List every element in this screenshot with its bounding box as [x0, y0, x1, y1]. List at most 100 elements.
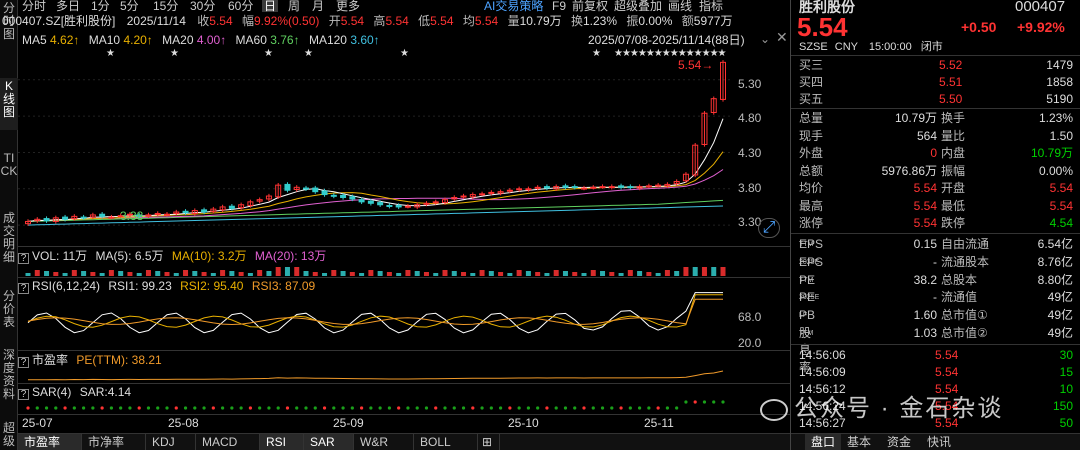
rsi-lines[interactable]	[18, 292, 790, 348]
tab-sar[interactable]: SAR	[304, 434, 354, 450]
sar-dot	[721, 400, 725, 404]
exchange: SZSE	[799, 41, 828, 53]
draw-line-button[interactable]: 画线	[668, 0, 692, 12]
low-label: 低	[418, 14, 431, 28]
fuquan-button[interactable]: 前复权	[572, 0, 608, 12]
volume-bar	[637, 271, 643, 276]
fund-row: PE TTM 38.2 总股本 8.80亿	[799, 272, 1075, 289]
stat-value: 0.00%	[1038, 163, 1073, 178]
sar-dot	[702, 400, 707, 404]
candle-body	[516, 188, 523, 191]
indicator-button[interactable]: 指标	[699, 0, 723, 12]
volume-bar	[646, 272, 652, 276]
sar-dot	[628, 406, 632, 410]
candle-body	[154, 212, 161, 215]
period-1min[interactable]: 1分	[91, 0, 110, 12]
sar-dot	[526, 406, 530, 410]
ptab-orderbook[interactable]: 盘口	[805, 434, 842, 450]
sar-dot	[443, 406, 447, 410]
period-multiday[interactable]: 多日	[56, 0, 80, 12]
period-month[interactable]: 月	[312, 0, 324, 12]
vtab-kline[interactable]: K线图	[0, 78, 18, 130]
stat-value: 10.79万	[894, 111, 937, 125]
change-label: 幅	[241, 14, 254, 28]
sar-dot	[128, 406, 132, 410]
sar-dot	[267, 406, 271, 410]
period-timeshare[interactable]: 分时	[22, 0, 46, 12]
tab-rsi[interactable]: RSI	[260, 434, 304, 450]
sar-dots[interactable]	[18, 398, 738, 412]
vtab-trade-detail[interactable]: 成交明细	[0, 210, 18, 272]
candle-body	[608, 186, 615, 189]
sar-dot	[146, 406, 151, 410]
vtab-price-table[interactable]: 分价表	[0, 288, 18, 338]
ask-row[interactable]: 买五 5.50 5190	[799, 91, 1075, 108]
tab-boll[interactable]: BOLL	[414, 434, 478, 450]
f9-button[interactable]: F9	[552, 0, 566, 12]
stat-row: 最高 5.54 最低 5.54	[799, 198, 1075, 215]
close-icon[interactable]: ✕	[776, 30, 788, 44]
volume-bar	[572, 272, 578, 276]
ma20-label: MA20	[162, 33, 194, 47]
ma5-line	[27, 118, 724, 222]
tab-pe[interactable]: 市盈率	[18, 434, 82, 450]
sar-dot	[517, 406, 521, 410]
stat-value: 5976.86万	[881, 163, 937, 178]
change-value: 9.92%(0.50)	[253, 14, 320, 28]
collapse-icon[interactable]: ⌄	[760, 32, 770, 46]
vtab-tick[interactable]: TICK	[0, 150, 18, 202]
candle-body	[627, 186, 634, 189]
period-5min[interactable]: 5分	[120, 0, 139, 12]
vtab-depth[interactable]: 深度资料	[0, 347, 18, 411]
turn-value: 1.23%	[582, 14, 618, 28]
period-30min[interactable]: 30分	[190, 0, 215, 12]
candle-body	[525, 188, 532, 191]
stat-value: 5.54	[913, 181, 937, 195]
open-value: 5.54	[340, 14, 365, 28]
period-more[interactable]: 更多	[336, 0, 360, 12]
tab-wr[interactable]: W&R	[354, 434, 414, 450]
overlay-button[interactable]: 超级叠加	[614, 0, 662, 12]
tab-macd[interactable]: MACD	[196, 434, 260, 450]
volume-bar	[340, 271, 346, 276]
sar-dot	[508, 406, 512, 410]
sar-dot	[712, 400, 716, 404]
stat-row: 外盘 0 内盘 10.79万	[799, 145, 1075, 162]
sar-dot	[313, 406, 317, 410]
volume-bar	[535, 272, 541, 276]
fund-value: 8.76亿	[1037, 254, 1073, 269]
kline-chart-area: 分时 多日 1分 5分 15分 30分 60分 日 周 月 更多 AI交易策略 …	[2, 0, 790, 450]
divider	[791, 55, 1080, 56]
candle-body	[479, 193, 486, 196]
period-day[interactable]: 日	[262, 0, 279, 12]
sar-dot	[471, 406, 475, 410]
sar-dot	[499, 406, 503, 410]
volume-bars[interactable]	[18, 262, 728, 276]
pe-name: 市盈率	[32, 353, 69, 367]
ptab-news[interactable]: 快讯	[921, 434, 957, 450]
stat-label: 跌停	[941, 216, 966, 230]
period-60min[interactable]: 60分	[228, 0, 253, 12]
ask-row[interactable]: 买三 5.52 1479	[799, 57, 1075, 74]
expand-icon[interactable]: ⤢	[758, 218, 780, 238]
add-tab-icon[interactable]: ⊞	[478, 434, 500, 450]
period-15min[interactable]: 15分	[153, 0, 178, 12]
period-week[interactable]: 周	[288, 0, 300, 12]
ask-row[interactable]: 买四 5.51 1858	[799, 74, 1075, 91]
ai-strategy-button[interactable]: AI交易策略	[484, 0, 543, 12]
stat-row: 现手 564 量比 1.50	[799, 128, 1075, 145]
ptab-funds[interactable]: 资金	[881, 434, 917, 450]
candle-body	[543, 186, 550, 189]
ptab-basic[interactable]: 基本	[841, 434, 877, 450]
vtab-timeshare[interactable]: 分时图	[0, 0, 18, 62]
divider	[18, 246, 790, 247]
pe-line[interactable]	[18, 366, 738, 382]
tick-row: 14:56:09 5.54 15	[799, 364, 1075, 381]
price-change: +0.50	[961, 19, 997, 35]
volume-bar	[507, 273, 513, 276]
sar-dot	[211, 406, 215, 410]
vtab-super[interactable]: 超级	[0, 420, 18, 450]
volume-bar	[284, 267, 290, 276]
tab-pb[interactable]: 市净率	[82, 434, 146, 450]
tab-kdj[interactable]: KDJ	[146, 434, 196, 450]
